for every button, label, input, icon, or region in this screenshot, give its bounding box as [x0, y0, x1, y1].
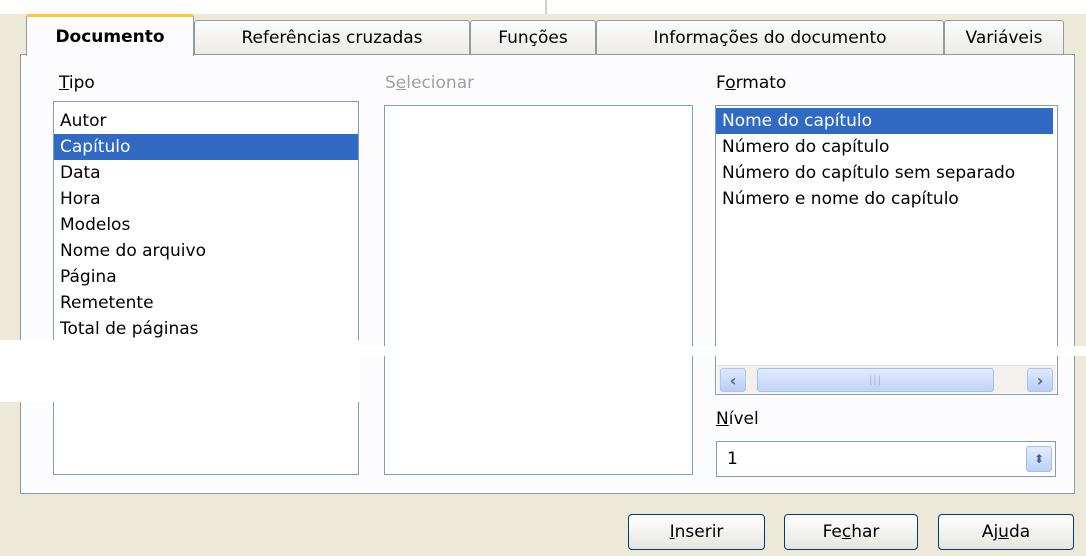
list-item[interactable]: Autor [54, 108, 358, 134]
spin-updown-icon[interactable]: ⬍ [1026, 446, 1052, 472]
tipo-label: Tipo [59, 73, 95, 93]
list-item[interactable]: Número e nome do capítulo [716, 186, 1057, 212]
list-item[interactable]: Página [54, 264, 358, 290]
tipo-listbox[interactable]: Autor Capítulo Data Hora Modelos Nome do… [53, 101, 359, 475]
nivel-value[interactable]: 1 [727, 449, 738, 469]
scroll-right-icon[interactable]: › [1027, 368, 1053, 392]
tab-label: Documento [55, 26, 165, 47]
fechar-button[interactable]: Fe c har [784, 514, 918, 550]
tab-referencias-cruzadas[interactable]: Referências cruzadas [194, 20, 470, 54]
selecionar-listbox[interactable] [384, 105, 693, 475]
artifact-band [0, 340, 360, 402]
list-item-selected[interactable]: Nome do capítulo [716, 108, 1053, 134]
list-item-selected[interactable]: Capítulo [54, 134, 358, 160]
top-strip [0, 0, 1086, 14]
list-item[interactable]: Nome do arquivo [54, 238, 358, 264]
list-item[interactable]: Total de páginas [54, 316, 358, 342]
tab-informacoes-documento[interactable]: Informações do documento [596, 20, 944, 54]
tab-label: Referências cruzadas [241, 27, 423, 48]
tab-label: Informações do documento [653, 27, 887, 48]
list-item[interactable]: Número do capítulo [716, 134, 1057, 160]
tab-label: Variáveis [965, 27, 1043, 48]
nivel-spin-field[interactable]: 1 ⬍ [716, 441, 1056, 477]
scroll-thumb[interactable]: ||| [757, 368, 994, 392]
tab-variaveis[interactable]: Variáveis [944, 20, 1064, 54]
list-item[interactable]: Modelos [54, 212, 358, 238]
scroll-left-icon[interactable]: ‹ [720, 368, 746, 392]
tab-page: Tipo Autor Capítulo Data Hora Modelos No… [20, 54, 1075, 494]
list-item[interactable]: Número do capítulo sem separado [716, 160, 1057, 186]
list-item[interactable]: Data [54, 160, 358, 186]
ajuda-button[interactable]: Aj u da [938, 514, 1074, 550]
inserir-button[interactable]: Inserir [628, 514, 765, 550]
horizontal-scrollbar[interactable]: ‹ ||| › [717, 365, 1056, 393]
nivel-label: Nível [716, 409, 759, 429]
formato-label: Formato [716, 73, 787, 93]
list-item[interactable]: Hora [54, 186, 358, 212]
tab-funcoes[interactable]: Funções [470, 20, 596, 54]
tab-label: Funções [498, 27, 568, 48]
list-item[interactable]: Remetente [54, 290, 358, 316]
tab-documento[interactable]: Documento [26, 14, 194, 56]
divider [545, 0, 547, 14]
selecionar-label: Selecionar [385, 73, 475, 93]
